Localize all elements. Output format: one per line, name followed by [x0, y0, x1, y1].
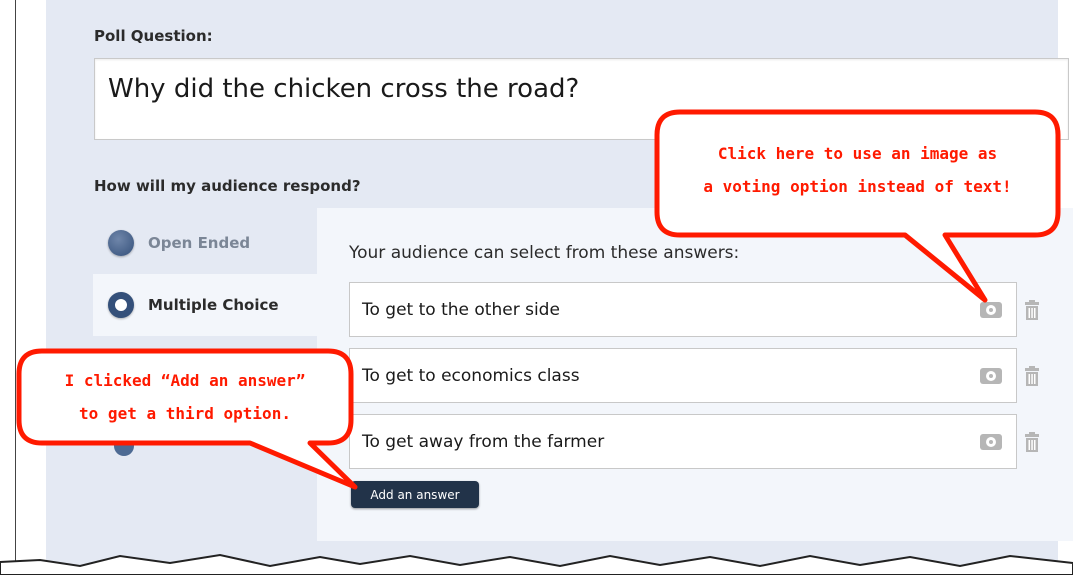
- image-tip-text: Click here to use an image as a voting o…: [660, 137, 1055, 203]
- image-tip-line1: Click here to use an image as: [717, 144, 998, 163]
- image-tip-line2: a voting option instead of text!: [703, 177, 1012, 196]
- add-tip-text: I clicked “Add an answer” to get a third…: [22, 364, 348, 430]
- add-tip-line2: to get a third option.: [79, 404, 291, 423]
- callout-shapes: [0, 109, 1073, 575]
- torn-edge: [0, 553, 1073, 575]
- add-tip-line1: I clicked “Add an answer”: [64, 371, 306, 390]
